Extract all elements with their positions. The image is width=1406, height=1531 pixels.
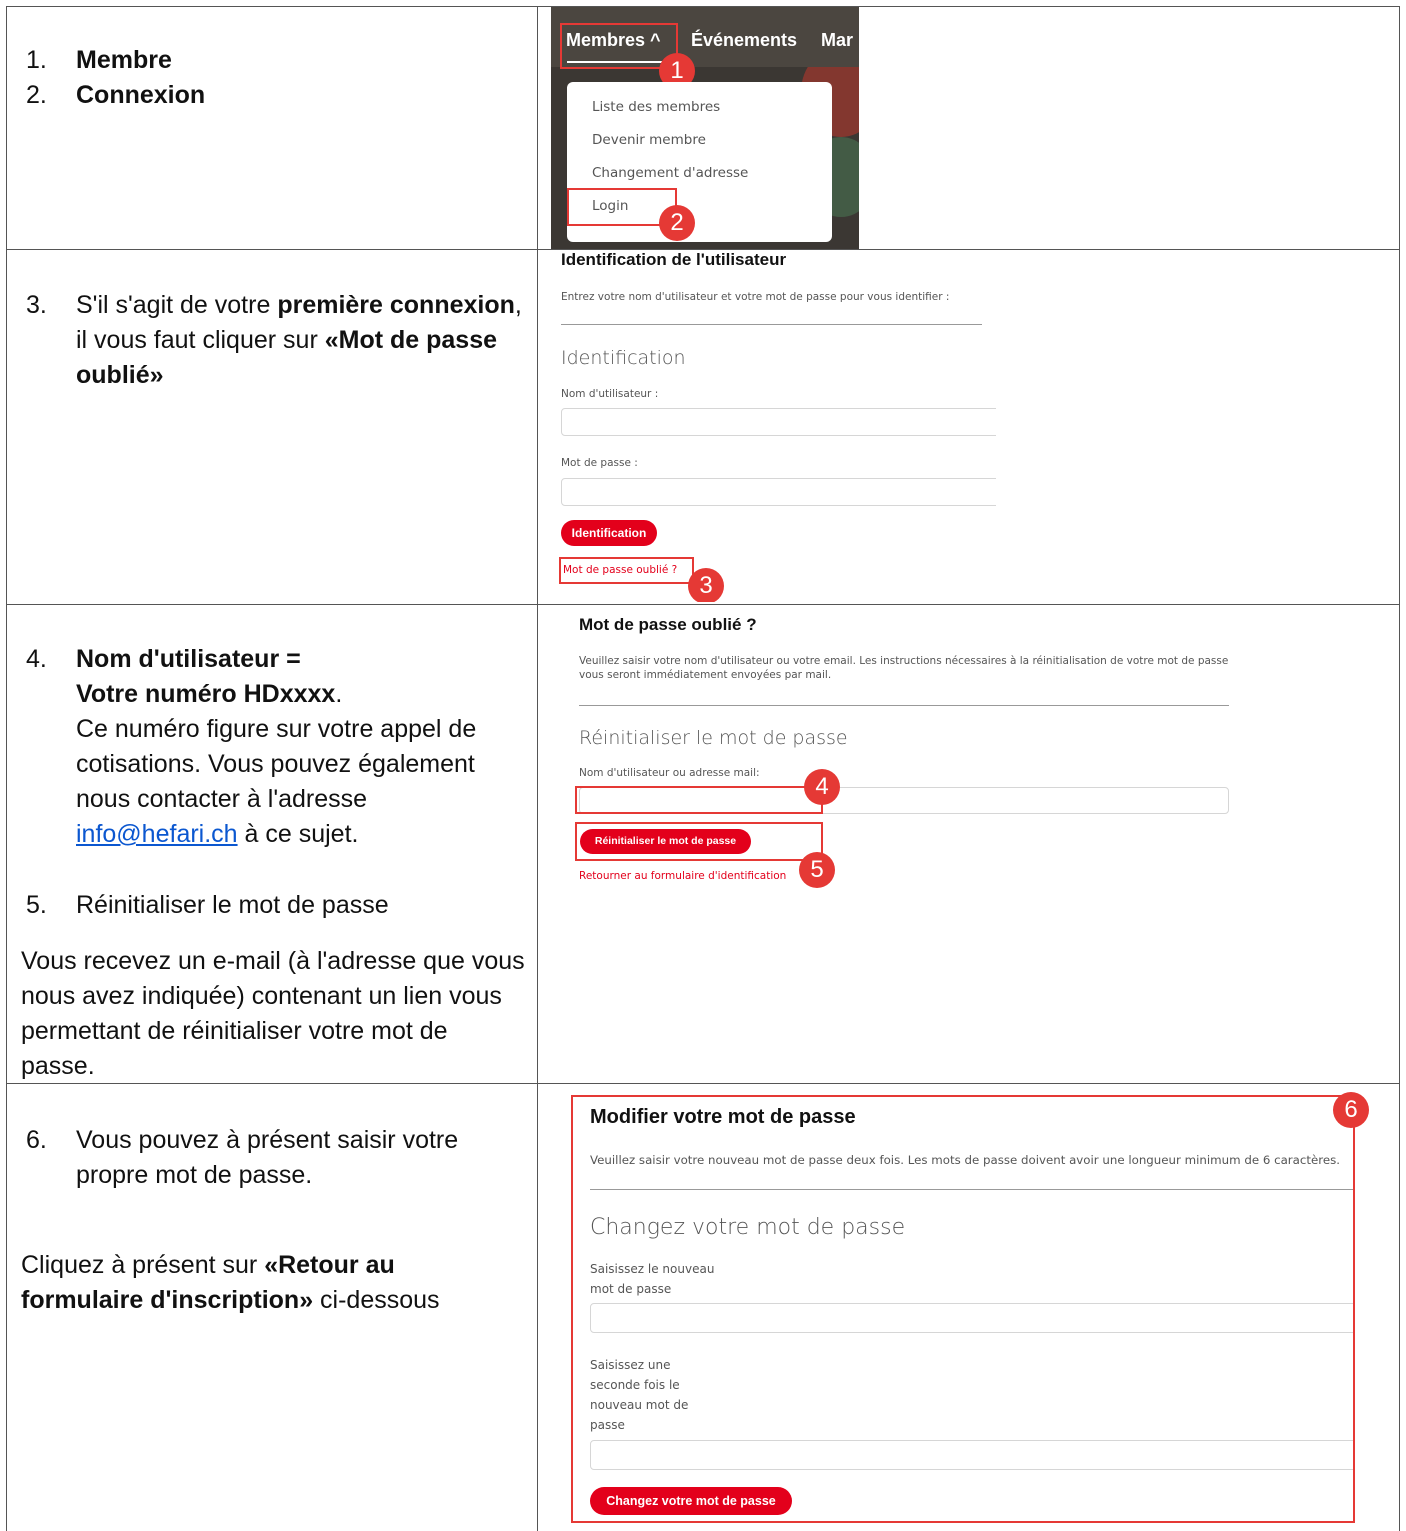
page-title: Mot de passe oublié ?	[579, 615, 757, 634]
email-link[interactable]: info@hefari.ch	[76, 820, 238, 848]
step-number: 2.	[26, 81, 47, 109]
menu-item-devenir-membre[interactable]: Devenir membre	[592, 132, 706, 148]
step-1: 1. Membre	[26, 43, 516, 78]
annotation-box-6	[571, 1095, 1355, 1523]
step-bold: Nom d'utilisateur =	[76, 645, 301, 673]
menu-screenshot: Membres ^ Événements Mar 1 Liste des mem…	[551, 7, 859, 249]
menu-item-liste-membres[interactable]: Liste des membres	[592, 99, 720, 115]
login-screenshot: Identification de l'utilisateur Entrez v…	[551, 250, 996, 602]
row-divider-2	[6, 604, 1400, 605]
column-divider	[537, 6, 538, 1531]
step-4: 4. Nom d'utilisateur = Votre numéro HDxx…	[26, 642, 521, 852]
page-title: Identification de l'utilisateur	[561, 250, 787, 269]
step-text: Réinitialiser le mot de passe	[76, 891, 389, 919]
step-text: à ce sujet.	[237, 820, 359, 848]
step-5: 5. Réinitialiser le mot de passe	[26, 888, 516, 923]
nav-item-marche[interactable]: Mar	[821, 30, 853, 51]
annotation-badge-2: 2	[659, 205, 695, 241]
click-instruction: Cliquez à présent sur «Retour au formula…	[21, 1248, 461, 1318]
step-text: Connexion	[76, 81, 206, 109]
step-text: .	[335, 680, 343, 708]
identification-button[interactable]: Identification	[561, 520, 657, 546]
password-label: Mot de passe :	[561, 457, 638, 469]
annotation-badge-4: 4	[804, 769, 840, 805]
username-input[interactable]	[561, 408, 996, 436]
intro-text: Entrez votre nom d'utilisateur et votre …	[561, 291, 950, 303]
step-text: ci-dessous	[313, 1286, 440, 1314]
annotation-badge-3: 3	[688, 568, 724, 602]
section-heading: Réinitialiser le mot de passe	[579, 727, 848, 749]
step-3: 3. S'il s'agit de votre première connexi…	[26, 288, 526, 393]
step-bold: première connexion	[277, 291, 515, 319]
step-text: S'il s'agit de votre	[76, 291, 278, 319]
email-note: Vous recevez un e-mail (à l'adresse que …	[21, 947, 525, 1080]
back-to-login-link[interactable]: Retourner au formulaire d'identification	[579, 870, 786, 882]
step-number: 1.	[26, 46, 47, 74]
divider	[561, 324, 982, 325]
annotation-badge-6: 6	[1333, 1092, 1369, 1128]
section-heading: Identification	[561, 347, 686, 369]
step-number: 3.	[26, 291, 47, 319]
annotation-box-3	[559, 557, 694, 584]
step-text: Membre	[76, 46, 172, 74]
step-text: Vous pouvez à présent saisir votre propr…	[76, 1126, 459, 1189]
password-input[interactable]	[561, 478, 996, 506]
intro-text: Veuillez saisir votre nom d'utilisateur …	[579, 655, 1229, 681]
step-number: 5.	[26, 891, 47, 919]
username-label: Nom d'utilisateur ou adresse mail:	[579, 767, 760, 779]
step-text: Cliquez à présent sur	[21, 1251, 265, 1279]
forgot-password-screenshot: Mot de passe oublié ? Veuillez saisir vo…	[565, 606, 1233, 896]
step-number: 6.	[26, 1126, 47, 1154]
nav-item-evenements[interactable]: Événements	[691, 30, 797, 51]
annotation-box-5	[575, 822, 823, 861]
step-number: 4.	[26, 645, 47, 673]
step-2: 2. Connexion	[26, 78, 516, 113]
annotation-badge-5: 5	[799, 852, 835, 888]
step-6: 6. Vous pouvez à présent saisir votre pr…	[26, 1123, 476, 1193]
menu-item-changement-adresse[interactable]: Changement d'adresse	[592, 165, 748, 181]
divider	[579, 705, 1229, 706]
username-label: Nom d'utilisateur :	[561, 388, 659, 400]
annotation-box-4	[575, 786, 823, 814]
step-bold: Votre numéro HDxxxx	[76, 680, 336, 708]
step-text: Ce numéro figure sur votre appel de coti…	[76, 715, 477, 813]
